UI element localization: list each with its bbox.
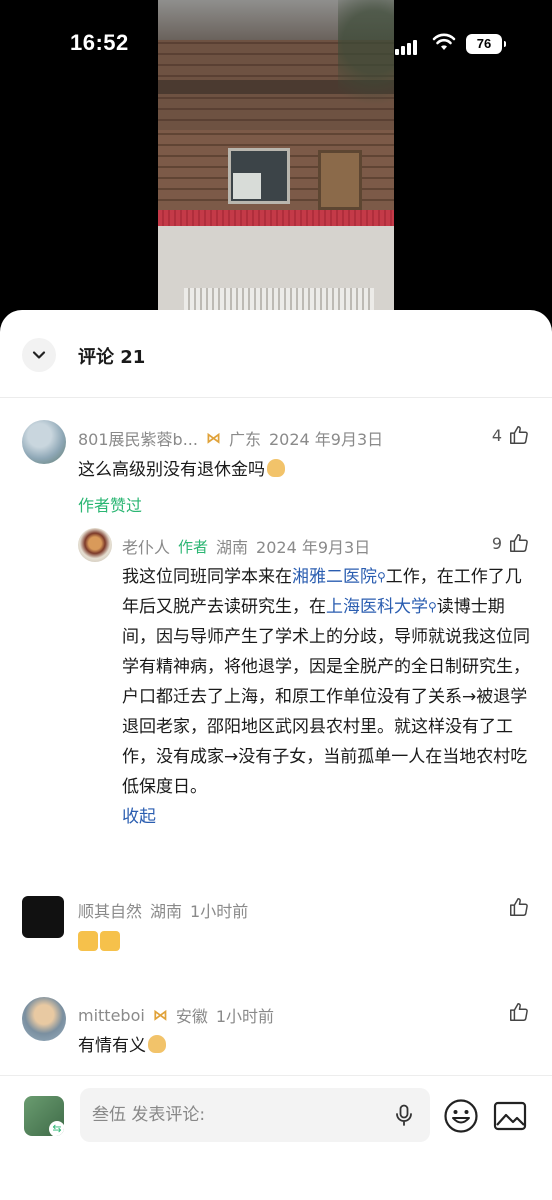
image-icon[interactable] bbox=[493, 1100, 527, 1132]
location: 湖南 bbox=[150, 902, 183, 921]
avatar[interactable] bbox=[22, 997, 66, 1041]
thumbs-up-emoji-icon bbox=[78, 931, 98, 951]
thumbs-up-icon bbox=[510, 898, 528, 916]
time: 1小时前 bbox=[215, 1007, 275, 1026]
status-time: 16:52 bbox=[70, 30, 129, 55]
thumbs-up-icon bbox=[510, 426, 528, 444]
location: 湖南 bbox=[216, 538, 249, 557]
comment-item: mitteboi ⋈ 安徽 1小时前 有情有义 bbox=[0, 995, 552, 1075]
comment-input[interactable] bbox=[92, 1088, 382, 1142]
avatar[interactable] bbox=[22, 896, 64, 938]
link-xiangya-hospital[interactable]: 湘雅二医院 bbox=[292, 567, 377, 587]
avatar[interactable] bbox=[22, 420, 66, 464]
username[interactable]: 801展民紫蓉b... bbox=[78, 426, 198, 450]
comment-emoji bbox=[78, 928, 122, 958]
username[interactable]: 顺其自然 bbox=[78, 898, 142, 922]
author-tag: 作者 bbox=[178, 537, 209, 556]
username[interactable]: mitteboi bbox=[78, 1006, 145, 1025]
like-count: 4 bbox=[491, 425, 502, 445]
fan-badge-icon: ⋈ bbox=[152, 1006, 168, 1024]
collapse-button[interactable] bbox=[22, 338, 56, 372]
date: 2024 年9月3日 bbox=[256, 538, 371, 557]
time: 1小时前 bbox=[190, 902, 249, 921]
like-button[interactable]: 4 bbox=[492, 424, 530, 446]
reply-item: 老仆人 作者 湖南 2024 年9月3日 9 我这位同班同学本来在湘雅二医院⚲工… bbox=[0, 520, 552, 860]
comment-input-bar: ⇆ bbox=[0, 1075, 552, 1200]
wifi-icon bbox=[432, 33, 456, 50]
comment-item: 顺其自然 湖南 1小时前 bbox=[0, 890, 552, 980]
like-count: 9 bbox=[491, 533, 502, 553]
pray-emoji-icon bbox=[267, 459, 285, 477]
like-button[interactable] bbox=[508, 896, 530, 918]
username[interactable]: 老仆人 bbox=[122, 534, 170, 558]
status-bar: 16:52 76 bbox=[0, 0, 552, 90]
microphone-icon[interactable] bbox=[392, 1103, 416, 1127]
like-button[interactable]: 9 bbox=[492, 532, 530, 554]
pray-emoji-icon bbox=[148, 1035, 166, 1053]
date: 2024 年9月3日 bbox=[268, 430, 384, 449]
search-icon[interactable]: ⚲ bbox=[428, 600, 437, 614]
avatar[interactable] bbox=[78, 528, 112, 562]
thumbs-up-icon bbox=[510, 1003, 528, 1021]
link-shanghai-medical-university[interactable]: 上海医科大学 bbox=[326, 597, 428, 617]
chevron-down-icon bbox=[32, 351, 46, 359]
location: 广东 bbox=[228, 430, 261, 449]
search-icon[interactable]: ⚲ bbox=[377, 570, 386, 584]
emoji-icon[interactable] bbox=[443, 1098, 479, 1134]
comment-item: 801展民紫蓉b... ⋈ 广东 2024 年9月3日 4 这么高级别没有退休金… bbox=[0, 410, 552, 530]
thumbs-up-icon bbox=[510, 534, 528, 552]
sheet-header: 评论 21 bbox=[0, 310, 552, 398]
location: 安徽 bbox=[175, 1007, 208, 1026]
comment-input-box[interactable] bbox=[80, 1088, 430, 1142]
comment-text: 有情有义 bbox=[78, 1036, 146, 1056]
reply-text: 我这位同班同学本来在湘雅二医院⚲工作，在工作了几年后又脱产去读研究生，在上海医科… bbox=[122, 567, 530, 827]
comment-sheet: 评论 21 801展民紫蓉b... ⋈ 广东 2024 年9月3日 4 这么高级… bbox=[0, 310, 552, 1200]
sheet-title: 评论 21 bbox=[78, 347, 146, 368]
signal-icon bbox=[395, 36, 419, 55]
fan-badge-icon: ⋈ bbox=[205, 429, 221, 447]
battery-indicator: 76 bbox=[466, 34, 506, 54]
switch-account-icon[interactable]: ⇆ bbox=[49, 1121, 64, 1136]
like-button[interactable] bbox=[508, 1001, 530, 1023]
thumbs-up-emoji-icon bbox=[100, 931, 120, 951]
comment-text: 这么高级别没有退休金吗 bbox=[78, 460, 265, 480]
collapse-link[interactable]: 收起 bbox=[122, 807, 156, 827]
author-liked-label: 作者赞过 bbox=[78, 496, 143, 515]
my-avatar[interactable]: ⇆ bbox=[24, 1096, 64, 1136]
